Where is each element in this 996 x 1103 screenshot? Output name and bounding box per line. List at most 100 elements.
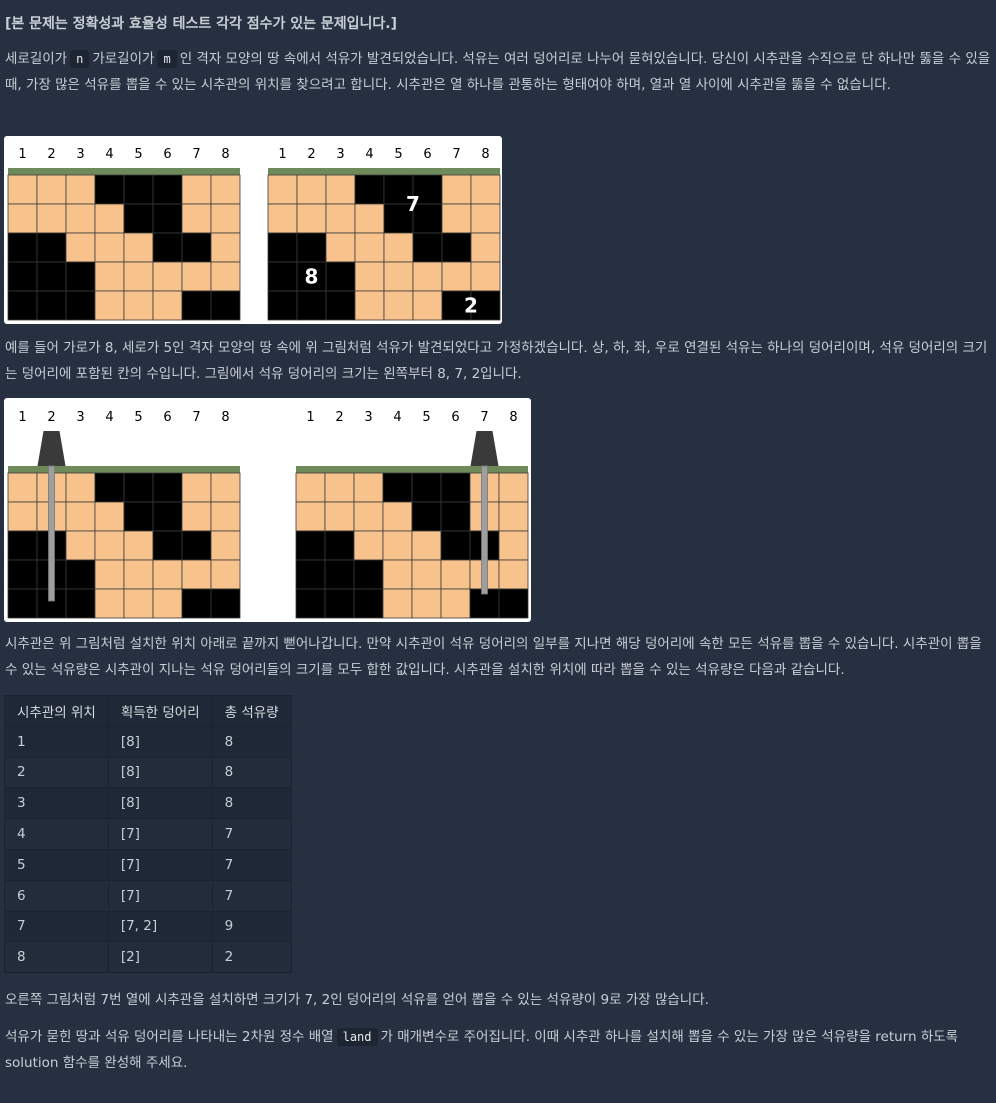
- oil-cell: [181, 232, 212, 263]
- table-cell: 1: [4, 725, 109, 758]
- oil-cell: [7, 559, 38, 590]
- sand-cell: [94, 588, 125, 619]
- table-cell: 8: [211, 725, 292, 758]
- blob-size-label: 7: [406, 192, 420, 216]
- table-cell: [7]: [107, 848, 213, 881]
- table-cell: 6: [4, 879, 109, 912]
- table-cell: 7: [211, 818, 292, 850]
- oil-cell: [65, 559, 96, 590]
- sand-cell: [94, 203, 125, 234]
- column-label: 7: [192, 410, 200, 425]
- table-cell: [7]: [107, 879, 213, 912]
- grid-group: 1 2 3 4 5 6 7 8: [7, 147, 241, 321]
- column-label: 4: [393, 410, 401, 425]
- sand-cell: [411, 559, 442, 590]
- oil-cell: [36, 261, 67, 292]
- sand-cell: [94, 559, 125, 590]
- column-label: 2: [47, 147, 55, 162]
- oil-cell: [354, 174, 385, 205]
- sand-cell: [210, 174, 241, 205]
- code-land: land: [336, 1028, 378, 1046]
- sand-cell: [181, 501, 212, 532]
- table-cell: [8]: [107, 787, 213, 820]
- sand-cell: [440, 588, 471, 619]
- sand-cell: [325, 203, 356, 234]
- table-cell: 2: [4, 756, 109, 789]
- oil-cell: [94, 174, 125, 205]
- drill-rig-icon: [470, 431, 499, 466]
- column-label: 8: [221, 410, 229, 425]
- sand-cell: [383, 261, 414, 292]
- table-cell: 5: [4, 848, 109, 881]
- sand-cell: [36, 203, 67, 234]
- table-row: 6 [7] 7: [4, 879, 292, 912]
- oil-cell: [325, 261, 356, 292]
- sand-cell: [65, 501, 96, 532]
- drill-rig-icon: [37, 431, 66, 466]
- sand-cell: [210, 472, 241, 503]
- column-label: 5: [394, 147, 402, 162]
- oil-cell: [123, 501, 154, 532]
- figure-oil-blobs: 1 2 3 4 5 6 7 8 1 2 3 4 5 6 7 8 7 8 2: [4, 136, 502, 324]
- oil-cell: [411, 472, 442, 503]
- oil-cell: [295, 588, 326, 619]
- table-cell: 7: [211, 879, 292, 912]
- sand-cell: [152, 588, 183, 619]
- sand-cell: [152, 559, 183, 590]
- column-label: 4: [105, 147, 113, 162]
- column-label: 2: [47, 410, 55, 425]
- figure-drill-pipes: 1 2 3 4 5 6 7 8 1 2 3 4 5 6 7 8: [4, 398, 531, 622]
- oil-cell: [295, 559, 326, 590]
- sand-cell: [441, 261, 472, 292]
- sand-cell: [65, 232, 96, 263]
- sand-cell: [65, 174, 96, 205]
- sand-cell: [382, 530, 413, 561]
- sand-cell: [210, 203, 241, 234]
- sand-cell: [210, 232, 241, 263]
- sand-cell: [470, 232, 501, 263]
- sand-cell: [152, 261, 183, 292]
- grass-strip: [8, 466, 240, 473]
- column-label: 3: [76, 410, 84, 425]
- sand-cell: [353, 472, 384, 503]
- grass-strip: [296, 466, 528, 473]
- column-label: 8: [509, 410, 517, 425]
- sand-cell: [441, 203, 472, 234]
- sand-cell: [382, 588, 413, 619]
- oil-cell: [325, 290, 356, 321]
- sand-cell: [65, 530, 96, 561]
- oil-cell: [152, 472, 183, 503]
- sand-cell: [7, 203, 38, 234]
- column-label: 6: [163, 147, 171, 162]
- sand-cell: [7, 501, 38, 532]
- sand-cell: [498, 501, 529, 532]
- oil-cell: [353, 559, 384, 590]
- sand-cell: [354, 232, 385, 263]
- code-m: m: [157, 50, 177, 68]
- oil-cell: [267, 261, 298, 292]
- sand-cell: [325, 174, 356, 205]
- sand-cell: [94, 501, 125, 532]
- column-label: 1: [306, 410, 314, 425]
- table-cell: 8: [4, 941, 109, 974]
- blob-size-label: 2: [464, 294, 478, 318]
- oil-cell: [7, 232, 38, 263]
- sand-cell: [383, 232, 414, 263]
- table-cell: 8: [211, 787, 292, 820]
- table-cell: [8]: [107, 756, 213, 789]
- sand-cell: [383, 290, 414, 321]
- oil-cell: [412, 232, 443, 263]
- sand-cell: [470, 261, 501, 292]
- task-paragraph: 석유가 묻힌 땅과 석유 덩어리를 나타내는 2차원 정수 배열 land 가 매개…: [5, 1024, 991, 1076]
- oil-cell: [36, 232, 67, 263]
- sand-cell: [94, 530, 125, 561]
- sand-cell: [470, 203, 501, 234]
- column-label: 1: [278, 147, 286, 162]
- oil-cell: [152, 501, 183, 532]
- table-cell: 7: [211, 848, 292, 881]
- result-paragraph: 오른쪽 그림처럼 7번 열에 시추관을 설치하면 크기가 7, 2인 덩어리의 …: [5, 992, 709, 1008]
- sand-cell: [181, 174, 212, 205]
- column-label: 7: [480, 410, 488, 425]
- sand-cell: [210, 261, 241, 292]
- code-n: n: [70, 50, 90, 68]
